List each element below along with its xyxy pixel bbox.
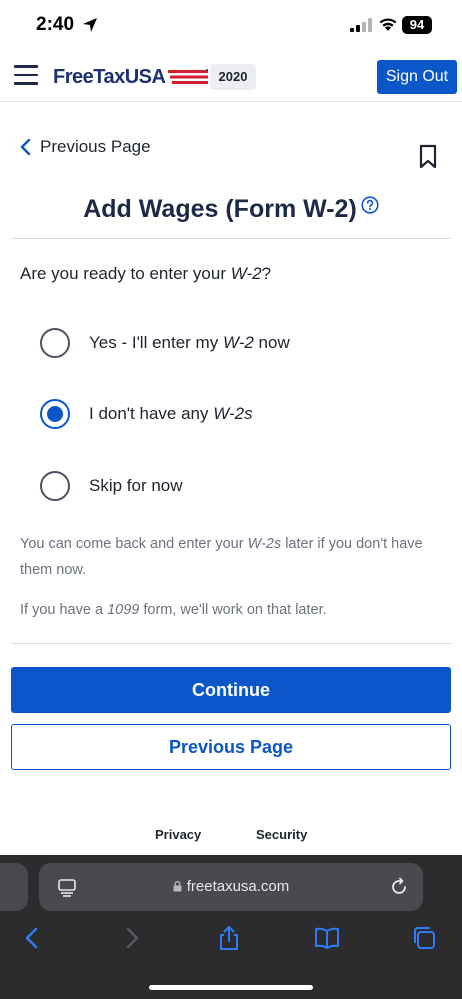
option-skip-for-now[interactable]: Skip for now: [40, 471, 183, 501]
location-arrow-icon: [83, 18, 97, 32]
app-header: FreeTaxUSA 2020 Sign Out: [0, 52, 462, 102]
option-label: I don't have any W-2s: [89, 404, 253, 423]
page-title-row: Add Wages (Form W-2): [0, 195, 462, 224]
previous-page-label: Previous Page: [40, 137, 151, 156]
help-icon[interactable]: [361, 196, 379, 214]
option-no-w2s[interactable]: I don't have any W-2s: [40, 399, 253, 429]
status-time: 2:40: [36, 14, 75, 35]
radio-button-selected[interactable]: [40, 399, 70, 429]
browser-toolbar: freetaxusa.com: [0, 855, 462, 999]
continue-button[interactable]: Continue: [11, 667, 451, 713]
divider: [11, 238, 451, 239]
flag-stripes-icon: [168, 69, 209, 84]
sign-out-button[interactable]: Sign Out: [377, 60, 457, 94]
previous-page-button[interactable]: Previous Page: [11, 724, 451, 770]
bookmark-icon[interactable]: [418, 144, 438, 170]
bookmarks-icon[interactable]: [314, 925, 340, 951]
wifi-icon: [379, 18, 397, 31]
forward-icon[interactable]: [119, 925, 145, 951]
security-link[interactable]: Security: [256, 827, 307, 842]
freetaxusa-logo[interactable]: FreeTaxUSA: [53, 64, 209, 90]
url-display: freetaxusa.com: [39, 878, 423, 895]
option-label: Skip for now: [89, 476, 183, 495]
help-text-come-back: You can come back and enter your W-2s la…: [20, 536, 423, 578]
share-icon[interactable]: [216, 925, 242, 951]
lock-icon: [173, 881, 182, 892]
browser-nav-row: [0, 925, 462, 955]
chevron-left-icon: [20, 138, 31, 156]
tax-year-badge: 2020: [210, 64, 256, 90]
tabs-icon[interactable]: [412, 925, 438, 951]
status-bar: 2:40 94: [0, 0, 462, 52]
page-title: Add Wages (Form W-2): [83, 195, 357, 223]
reload-icon[interactable]: [389, 877, 409, 897]
previous-tab-preview[interactable]: [0, 863, 28, 911]
privacy-link[interactable]: Privacy: [155, 827, 201, 842]
previous-page-link[interactable]: Previous Page: [20, 137, 151, 157]
option-label: Yes - I'll enter my W-2 now: [89, 333, 290, 352]
question-text: Are you ready to enter your W-2?: [20, 264, 272, 283]
logo-text: FreeTaxUSA: [53, 65, 166, 88]
cellular-signal-icon: [350, 18, 372, 32]
back-icon[interactable]: [19, 925, 45, 951]
divider: [11, 643, 451, 644]
option-yes-enter-w2[interactable]: Yes - I'll enter my W-2 now: [40, 328, 290, 358]
help-text-1099: If you have a 1099 form, we'll work on t…: [20, 602, 327, 618]
home-indicator[interactable]: [149, 985, 313, 990]
address-bar[interactable]: freetaxusa.com: [39, 863, 423, 911]
radio-button[interactable]: [40, 328, 70, 358]
radio-button[interactable]: [40, 471, 70, 501]
menu-icon[interactable]: [14, 65, 38, 85]
battery-indicator: 94: [402, 16, 432, 34]
